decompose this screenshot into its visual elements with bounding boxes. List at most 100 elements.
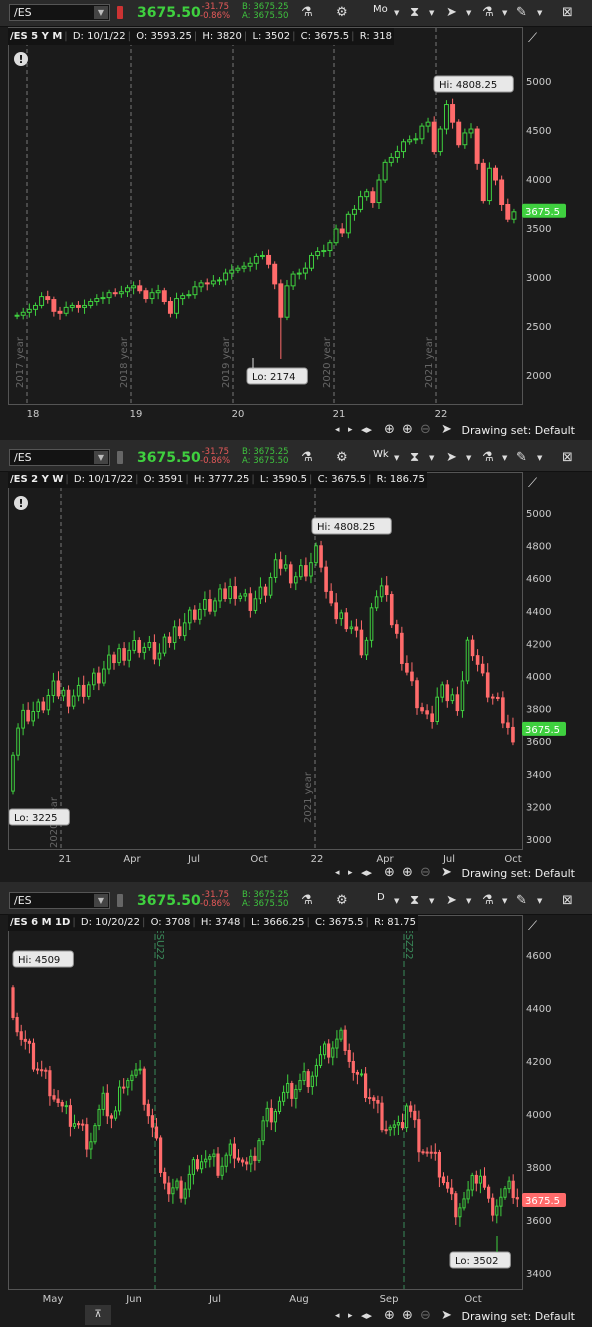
- candle-down: [97, 666, 101, 691]
- zoom-in-icon[interactable]: ⊕: [402, 420, 413, 440]
- chevron-down-icon[interactable]: ▼: [429, 3, 434, 23]
- crosshair-icon[interactable]: ⊕: [384, 1306, 395, 1326]
- collapse-panel-icon[interactable]: ⊼: [85, 1305, 111, 1325]
- chevron-down-icon[interactable]: ▼: [429, 448, 434, 468]
- candle-up: [294, 571, 298, 591]
- price-axis[interactable]: 5000 4800 4600 4400 4200 4000 3800 3600 3400 3200…: [522, 471, 588, 861]
- drawing-set-label[interactable]: Drawing set: Default: [462, 424, 575, 437]
- candle-up: [273, 553, 278, 583]
- chevron-down-icon[interactable]: ▼: [429, 891, 434, 911]
- chevron-down-icon[interactable]: ▼: [94, 451, 108, 464]
- scroll-left-icon[interactable]: ◂: [335, 1306, 340, 1326]
- candle-down: [347, 1043, 351, 1068]
- zoom-in-icon[interactable]: ⊕: [402, 1306, 413, 1326]
- y-tick-label: 2000: [526, 371, 551, 382]
- aggregation-selector[interactable]: Wk: [373, 449, 389, 460]
- scroll-right-icon[interactable]: ▸: [348, 420, 353, 440]
- study-flask-icon[interactable]: ⚗: [482, 3, 494, 23]
- price-axis[interactable]: 5000 4500 4000 3500 3000 2500 2000 3675.5 ⟋: [522, 26, 588, 416]
- chevron-down-icon[interactable]: ▼: [502, 448, 507, 468]
- zoom-out-icon[interactable]: ⊖: [420, 420, 431, 440]
- symbol-selector[interactable]: /ES ▼: [9, 4, 110, 21]
- x-tick-label: 18: [27, 409, 40, 420]
- link-icon[interactable]: [117, 894, 123, 907]
- scroll-left-icon[interactable]: ◂: [335, 863, 340, 883]
- chevron-down-icon[interactable]: ▼: [394, 3, 399, 23]
- study-flask-icon[interactable]: ⚗: [482, 891, 494, 911]
- gear-icon[interactable]: ⚙: [336, 448, 348, 468]
- price-plot[interactable]: 2020 year2021 year!Hi: 4808.25Lo: 3225: [8, 472, 523, 873]
- candle-up: [187, 1165, 191, 1198]
- link-icon[interactable]: [117, 451, 123, 464]
- cursor-icon[interactable]: ➤: [441, 420, 452, 440]
- candle-up: [220, 1157, 224, 1180]
- close-icon[interactable]: ⊠: [562, 3, 573, 23]
- crosshair-icon[interactable]: ⊕: [384, 863, 395, 883]
- study-flask-icon[interactable]: ⚗: [482, 448, 494, 468]
- cursor-icon[interactable]: ➤: [446, 891, 457, 911]
- candle-style-icon[interactable]: ⧗: [410, 891, 419, 911]
- flask-icon[interactable]: ⚗: [301, 448, 313, 468]
- chart-style-icon[interactable]: ⟋: [528, 919, 538, 934]
- flask-icon[interactable]: ⚗: [301, 3, 313, 23]
- cursor-icon[interactable]: ➤: [446, 3, 457, 23]
- chevron-down-icon[interactable]: ▼: [537, 3, 542, 23]
- symbol-selector[interactable]: /ES ▼: [9, 449, 110, 466]
- chart-style-icon[interactable]: ⟋: [528, 31, 538, 46]
- flag-icon[interactable]: [117, 6, 123, 19]
- chevron-down-icon[interactable]: ▼: [502, 3, 507, 23]
- alert-icon[interactable]: !: [14, 52, 28, 66]
- drawing-icon[interactable]: ✎: [516, 3, 527, 23]
- net-change: -31.75 -0.86%: [200, 890, 231, 909]
- candlestick-chart-daily[interactable]: /ESU22/ESZ22Hi: 4509Lo: 3502: [9, 916, 522, 1316]
- chevron-down-icon[interactable]: ▼: [537, 448, 542, 468]
- expand-icon[interactable]: ◂▸: [361, 420, 372, 440]
- chevron-down-icon[interactable]: ▼: [537, 891, 542, 911]
- drawing-set-label[interactable]: Drawing set: Default: [462, 867, 575, 880]
- close-icon[interactable]: ⊠: [562, 448, 573, 468]
- price-plot[interactable]: /ESU22/ESZ22 Hi: 4509 Lo: 3502: [8, 915, 523, 1316]
- candlestick-chart-monthly[interactable]: 2017 year 2018 year 2019 year 2020 year 2021…: [9, 28, 522, 428]
- drawing-icon[interactable]: ✎: [516, 448, 527, 468]
- price-plot[interactable]: 2017 year 2018 year 2019 year 2020 year 2021…: [8, 27, 523, 428]
- symbol-selector[interactable]: /ES ▼: [9, 892, 110, 909]
- expand-icon[interactable]: ◂▸: [361, 863, 372, 883]
- price-axis[interactable]: 4600 4400 4200 4000 3800 3600 3400 3675.5 ⟋: [522, 914, 588, 1304]
- close-icon[interactable]: ⊠: [562, 891, 573, 911]
- candle-up: [147, 635, 152, 651]
- zoom-out-icon[interactable]: ⊖: [420, 863, 431, 883]
- chevron-down-icon[interactable]: ▼: [502, 891, 507, 911]
- candlestick-chart-weekly[interactable]: 2020 year2021 year!Hi: 4808.25Lo: 3225: [8, 473, 522, 873]
- chevron-down-icon[interactable]: ▼: [466, 3, 471, 23]
- zoom-in-icon[interactable]: ⊕: [402, 863, 413, 883]
- chevron-down-icon[interactable]: ▼: [466, 448, 471, 468]
- drawing-set-label[interactable]: Drawing set: Default: [462, 1310, 575, 1323]
- crosshair-icon[interactable]: ⊕: [384, 420, 395, 440]
- cursor-icon[interactable]: ➤: [446, 448, 457, 468]
- scroll-right-icon[interactable]: ▸: [348, 1306, 353, 1326]
- candle-up: [249, 1149, 253, 1173]
- candle-style-icon[interactable]: ⧗: [410, 3, 419, 23]
- chart-style-icon[interactable]: ⟋: [528, 476, 538, 491]
- aggregation-selector[interactable]: D: [377, 892, 385, 903]
- scroll-left-icon[interactable]: ◂: [335, 420, 340, 440]
- cursor-icon[interactable]: ➤: [441, 1306, 452, 1326]
- alert-icon[interactable]: !: [14, 496, 28, 510]
- chevron-down-icon[interactable]: ▼: [94, 894, 108, 907]
- zoom-out-icon[interactable]: ⊖: [420, 1306, 431, 1326]
- candle-style-icon[interactable]: ⧗: [410, 448, 419, 468]
- scroll-right-icon[interactable]: ▸: [348, 863, 353, 883]
- aggregation-selector[interactable]: Mo: [373, 4, 388, 15]
- chevron-down-icon[interactable]: ▼: [394, 891, 399, 911]
- chevron-down-icon[interactable]: ▼: [94, 6, 108, 19]
- flask-icon[interactable]: ⚗: [301, 891, 313, 911]
- cursor-icon[interactable]: ➤: [441, 863, 452, 883]
- chevron-down-icon[interactable]: ▼: [466, 891, 471, 911]
- drawing-icon[interactable]: ✎: [516, 891, 527, 911]
- gear-icon[interactable]: ⚙: [336, 891, 348, 911]
- y-tick-label: 5000: [526, 77, 551, 88]
- chevron-down-icon[interactable]: ▼: [394, 448, 399, 468]
- candle-down: [48, 1065, 52, 1106]
- gear-icon[interactable]: ⚙: [336, 3, 348, 23]
- expand-icon[interactable]: ◂▸: [361, 1306, 372, 1326]
